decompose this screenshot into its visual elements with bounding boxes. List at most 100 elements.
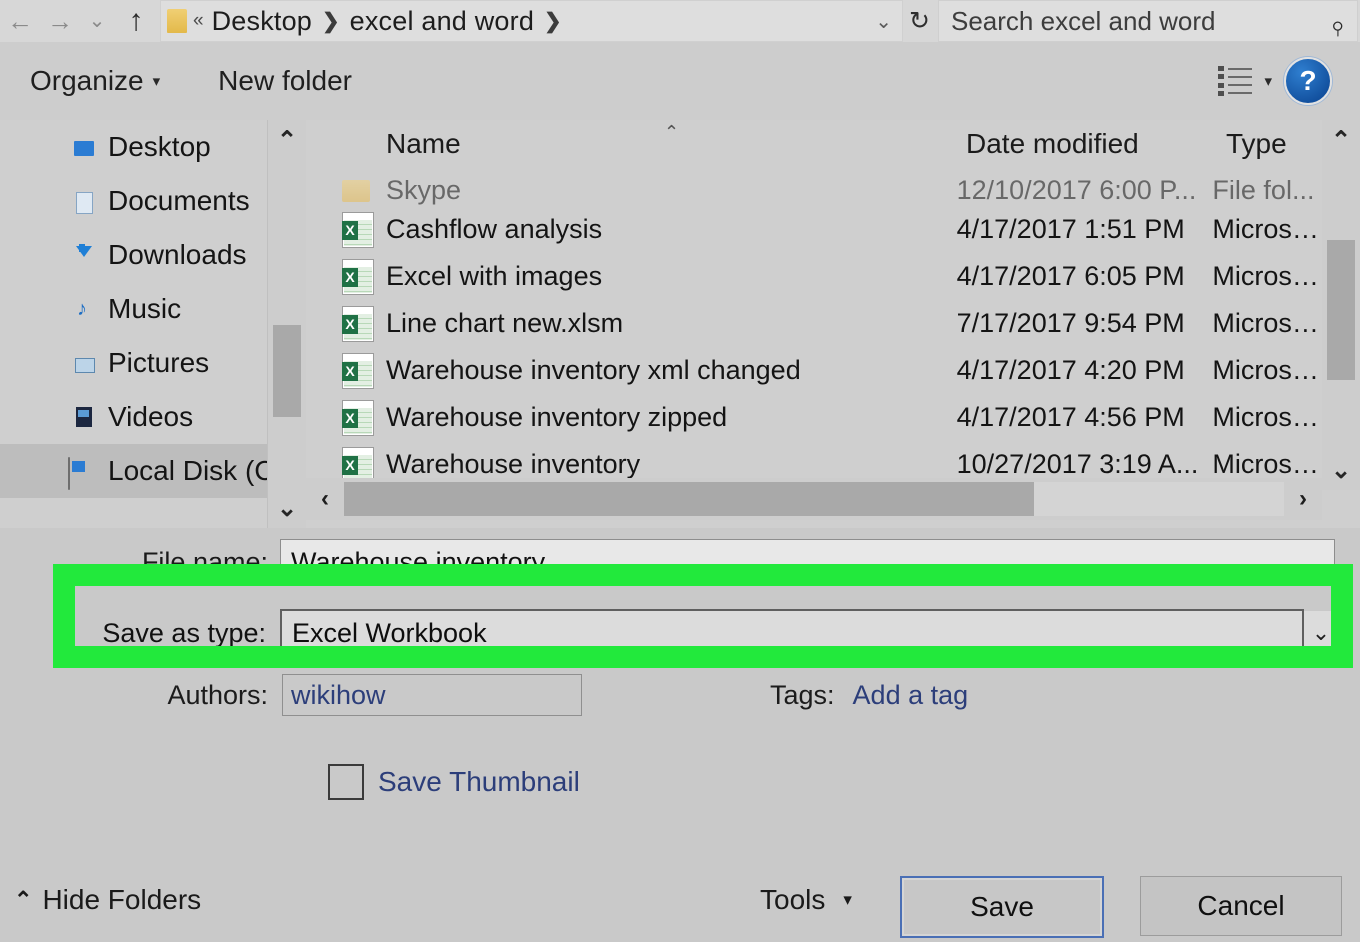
breadcrumb-item-desktop[interactable]: Desktop bbox=[210, 6, 314, 37]
breadcrumb-chevron-down-icon[interactable]: ⌄ bbox=[865, 9, 902, 34]
table-row[interactable]: Warehouse inventory xml changed 4/17/201… bbox=[306, 347, 1360, 394]
save-as-type-label: Save as type: bbox=[102, 617, 266, 648]
save-thumbnail-checkbox[interactable] bbox=[328, 764, 364, 800]
file-name: Warehouse inventory bbox=[306, 446, 957, 483]
tags-label: Tags: bbox=[770, 679, 835, 710]
save-as-type-chevron-down-icon[interactable]: ⌄ bbox=[1304, 611, 1338, 655]
sidebar-item-label: Local Disk (C:) bbox=[108, 455, 292, 486]
folder-icon bbox=[167, 9, 187, 33]
file-name: Skype bbox=[306, 180, 957, 206]
hide-folders-button[interactable]: ⌃ Hide Folders bbox=[14, 884, 201, 916]
file-list-scrollbar[interactable]: ⌃ ⌄ bbox=[1322, 120, 1360, 490]
scroll-up-icon[interactable]: ⌃ bbox=[268, 120, 306, 160]
list-view-icon[interactable] bbox=[1218, 64, 1253, 98]
table-row[interactable]: Warehouse inventory zipped 4/17/2017 4:5… bbox=[306, 394, 1360, 441]
save-as-dialog: ← → ⌄ ↑ « Desktop ❯ excel and word ❯ ⌄ ↻… bbox=[0, 0, 1360, 942]
scroll-left-icon[interactable]: ‹ bbox=[306, 485, 344, 513]
authors-input[interactable]: wikihow bbox=[282, 674, 582, 716]
sidebar-item-videos[interactable]: Videos bbox=[0, 390, 306, 444]
local-disk-icon bbox=[68, 457, 98, 490]
hscroll-thumb[interactable] bbox=[344, 482, 1034, 516]
save-form: File name: Warehouse inventory Save as t… bbox=[0, 528, 1360, 858]
table-row[interactable]: Excel with images 4/17/2017 6:05 PM Micr… bbox=[306, 253, 1360, 300]
view-chevron-down-icon[interactable]: ▾ bbox=[1264, 72, 1272, 90]
browser-pane: Desktop Documents Downloads ♪ Music Pict… bbox=[0, 120, 1360, 528]
save-as-type-row: Save as type: Excel Workbook ⌄ bbox=[98, 606, 1338, 660]
excel-file-icon bbox=[342, 399, 374, 436]
up-arrow-icon[interactable]: ↑ bbox=[114, 1, 158, 41]
sort-indicator-icon: ⌃ bbox=[664, 122, 680, 142]
new-folder-label: New folder bbox=[218, 65, 352, 96]
folder-videos-icon bbox=[68, 404, 98, 430]
back-arrow-icon[interactable]: ← bbox=[0, 1, 40, 41]
sidebar-item-label: Desktop bbox=[108, 131, 211, 162]
save-thumbnail-label: Save Thumbnail bbox=[378, 766, 580, 797]
sidebar-item-music[interactable]: ♪ Music bbox=[0, 282, 306, 336]
file-name: Line chart new.xlsm bbox=[306, 305, 957, 342]
scroll-down-icon[interactable]: ⌄ bbox=[268, 488, 306, 528]
file-name: Excel with images bbox=[306, 258, 957, 295]
breadcrumb[interactable]: « Desktop ❯ excel and word ❯ ⌄ bbox=[160, 0, 904, 42]
chevron-down-icon: ▾ bbox=[843, 890, 852, 909]
file-name: Warehouse inventory zipped bbox=[306, 399, 957, 436]
file-name-row: File name: Warehouse inventory bbox=[120, 538, 1335, 586]
table-row[interactable]: Cashflow analysis 4/17/2017 1:51 PM Micr… bbox=[306, 206, 1360, 253]
scroll-down-icon[interactable]: ⌄ bbox=[1322, 450, 1360, 490]
view-options-group: ▾ ? bbox=[1218, 57, 1332, 105]
breadcrumb-overflow-icon[interactable]: « bbox=[193, 10, 204, 32]
cancel-button[interactable]: Cancel bbox=[1140, 876, 1342, 936]
authors-label: Authors: bbox=[167, 679, 268, 710]
forward-arrow-icon[interactable]: → bbox=[40, 1, 80, 41]
new-folder-button[interactable]: New folder bbox=[218, 65, 352, 97]
sidebar-scroll-thumb[interactable] bbox=[273, 325, 301, 417]
hscroll-track[interactable] bbox=[344, 482, 1284, 516]
recent-locations-chevron-down-icon[interactable]: ⌄ bbox=[80, 1, 114, 41]
save-thumbnail-row[interactable]: Save Thumbnail bbox=[328, 764, 580, 800]
file-list-header: Name Date modified Type bbox=[306, 120, 1360, 180]
search-input[interactable]: Search excel and word ⌕ bbox=[938, 0, 1358, 42]
search-placeholder: Search excel and word bbox=[951, 5, 1216, 36]
dialog-footer: ⌃ Hide Folders Tools ▾ Save Cancel bbox=[0, 858, 1360, 942]
file-list-horizontal-scrollbar[interactable]: ‹ › bbox=[306, 478, 1322, 520]
file-list: ⌃ Name Date modified Type Skype 12/10/20… bbox=[306, 120, 1360, 528]
organize-button[interactable]: Organize ▾ bbox=[30, 65, 160, 97]
sidebar-item-pictures[interactable]: Pictures bbox=[0, 336, 306, 390]
command-bar: Organize ▾ New folder ▾ ? bbox=[0, 42, 1360, 120]
file-name: Cashflow analysis bbox=[306, 211, 957, 248]
folder-downloads-icon bbox=[68, 242, 98, 268]
column-header-date-modified[interactable]: Date modified bbox=[966, 128, 1226, 160]
folder-desktop-icon bbox=[68, 134, 98, 160]
metadata-row: Authors: wikihow Tags: Add a tag bbox=[120, 670, 1220, 720]
file-date: 4/17/2017 1:51 PM bbox=[956, 214, 1185, 244]
folder-music-icon: ♪ bbox=[77, 298, 87, 320]
tools-label: Tools bbox=[760, 884, 826, 915]
refresh-icon[interactable]: ↻ bbox=[907, 6, 938, 36]
sidebar-item-desktop[interactable]: Desktop bbox=[0, 120, 306, 174]
file-name-input[interactable]: Warehouse inventory bbox=[280, 539, 1335, 585]
add-a-tag-link[interactable]: Add a tag bbox=[853, 680, 969, 711]
help-button[interactable]: ? bbox=[1284, 57, 1332, 105]
sidebar-item-label: Music bbox=[108, 293, 182, 324]
file-date: 12/10/2017 6:00 P... bbox=[956, 180, 1197, 205]
tools-button[interactable]: Tools ▾ bbox=[760, 884, 852, 916]
file-list-scroll-thumb[interactable] bbox=[1327, 240, 1355, 380]
table-row[interactable]: Line chart new.xlsm 7/17/2017 9:54 PM Mi… bbox=[306, 300, 1360, 347]
sidebar-item-downloads[interactable]: Downloads bbox=[0, 228, 306, 282]
table-row[interactable]: Skype 12/10/2017 6:00 P... File fol... bbox=[306, 180, 1360, 206]
column-header-name[interactable]: Name bbox=[306, 128, 966, 160]
sidebar-item-documents[interactable]: Documents bbox=[0, 174, 306, 228]
save-button[interactable]: Save bbox=[900, 876, 1104, 938]
excel-file-icon bbox=[342, 305, 374, 342]
file-date: 4/17/2017 6:05 PM bbox=[956, 261, 1185, 291]
address-bar: ← → ⌄ ↑ « Desktop ❯ excel and word ❯ ⌄ ↻… bbox=[0, 0, 1360, 42]
sidebar-item-local-disk-c[interactable]: Local Disk (C:) bbox=[0, 444, 306, 498]
breadcrumb-separator-icon-2: ❯ bbox=[544, 9, 562, 33]
breadcrumb-item-excel-and-word[interactable]: excel and word bbox=[348, 6, 536, 37]
save-as-type-select[interactable]: Excel Workbook bbox=[280, 609, 1304, 657]
sidebar-scrollbar[interactable]: ⌃ ⌄ bbox=[267, 120, 306, 528]
scroll-up-icon[interactable]: ⌃ bbox=[1322, 120, 1360, 160]
chevron-down-icon: ▾ bbox=[152, 73, 161, 90]
excel-file-icon bbox=[342, 258, 374, 295]
scroll-right-icon[interactable]: › bbox=[1284, 485, 1322, 513]
breadcrumb-separator-icon: ❯ bbox=[322, 9, 340, 33]
